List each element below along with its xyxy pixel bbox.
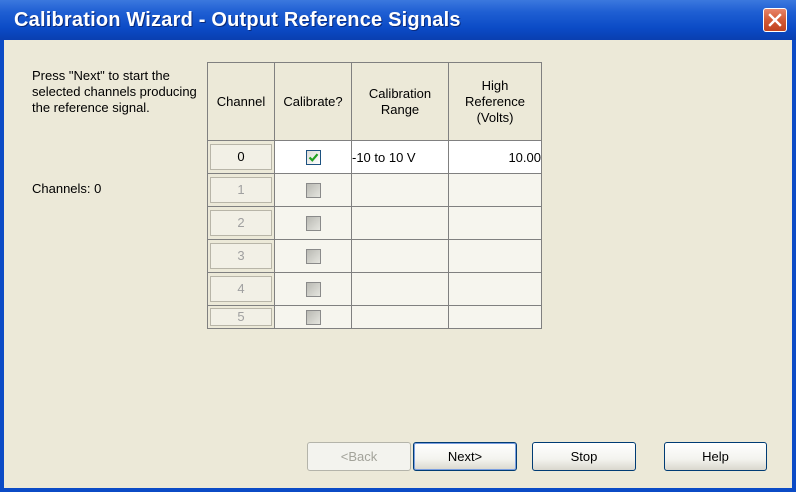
calibrate-cell[interactable]	[274, 305, 352, 329]
calibration-range-cell	[351, 272, 449, 306]
table-row: 1	[207, 173, 542, 207]
back-button[interactable]: <Back	[307, 442, 411, 471]
table-row: 3	[207, 239, 542, 273]
channel-cell: 2	[207, 206, 275, 240]
calibrate-checkbox[interactable]	[305, 183, 321, 199]
window-title: Calibration Wizard - Output Reference Si…	[14, 9, 461, 31]
channel-number: 2	[210, 210, 272, 236]
channel-cell: 0	[207, 140, 275, 174]
table-row: 5	[207, 305, 542, 329]
calibrate-cell[interactable]	[274, 140, 352, 174]
high-header-line3: (Volts)	[476, 109, 514, 125]
column-header-channel: Channel	[207, 62, 275, 141]
high-reference-cell	[448, 305, 542, 329]
close-button[interactable]	[763, 8, 787, 32]
help-button[interactable]: Help	[664, 442, 767, 471]
calibrate-checkbox[interactable]	[305, 249, 321, 265]
table-row: 4	[207, 272, 542, 306]
channel-number: 3	[210, 243, 272, 269]
channel-cell: 1	[207, 173, 275, 207]
check-icon	[308, 153, 318, 162]
column-header-high-reference: High Reference (Volts)	[448, 62, 542, 141]
table-row: 2	[207, 206, 542, 240]
range-header-line2: Range	[380, 101, 420, 117]
high-reference-cell	[448, 272, 542, 306]
calibrate-cell[interactable]	[274, 173, 352, 207]
channel-number: 1	[210, 177, 272, 203]
calibrate-checkbox[interactable]	[305, 310, 321, 326]
column-header-calibrate: Calibrate?	[274, 62, 352, 141]
channels-label: Channels: 0	[32, 181, 102, 196]
next-button[interactable]: Next>	[413, 442, 517, 471]
calibrate-checkbox[interactable]	[305, 150, 321, 166]
channel-number: 5	[210, 308, 272, 326]
channel-cell: 4	[207, 272, 275, 306]
calibrate-cell[interactable]	[274, 272, 352, 306]
calibrate-cell[interactable]	[274, 206, 352, 240]
dialog-window: Calibration Wizard - Output Reference Si…	[0, 0, 796, 492]
channel-cell: 5	[207, 305, 275, 329]
calibration-range-cell	[351, 206, 449, 240]
calibration-range-cell[interactable]: -10 to 10 V	[351, 140, 449, 174]
high-reference-cell	[448, 239, 542, 273]
high-reference-cell[interactable]: 10.00	[448, 140, 542, 174]
calibrate-checkbox[interactable]	[305, 216, 321, 232]
high-header-line2: Reference	[465, 93, 525, 109]
channel-table: Channel Calibrate? Calibration Range Hig…	[207, 62, 542, 329]
instructions-text: Press "Next" to start the selected chann…	[32, 68, 197, 115]
close-icon	[768, 13, 782, 27]
column-header-calibration-range: Calibration Range	[351, 62, 449, 141]
high-reference-cell	[448, 173, 542, 207]
channel-cell: 3	[207, 239, 275, 273]
calibration-range-cell	[351, 239, 449, 273]
table-header-row: Channel Calibrate? Calibration Range Hig…	[207, 62, 542, 141]
high-header-line1: High	[481, 77, 509, 93]
title-bar[interactable]: Calibration Wizard - Output Reference Si…	[0, 0, 796, 40]
window-frame-right	[792, 40, 796, 492]
calibrate-cell[interactable]	[274, 239, 352, 273]
channel-number: 4	[210, 276, 272, 302]
table-row: 0 -10 to 10 V 10.00	[207, 140, 542, 174]
range-header-line1: Calibration	[368, 85, 432, 101]
calibration-range-cell	[351, 173, 449, 207]
channel-number: 0	[210, 144, 272, 170]
calibration-range-cell	[351, 305, 449, 329]
calibrate-checkbox[interactable]	[305, 282, 321, 298]
window-frame-bottom	[0, 488, 796, 492]
high-reference-cell	[448, 206, 542, 240]
stop-button[interactable]: Stop	[532, 442, 636, 471]
